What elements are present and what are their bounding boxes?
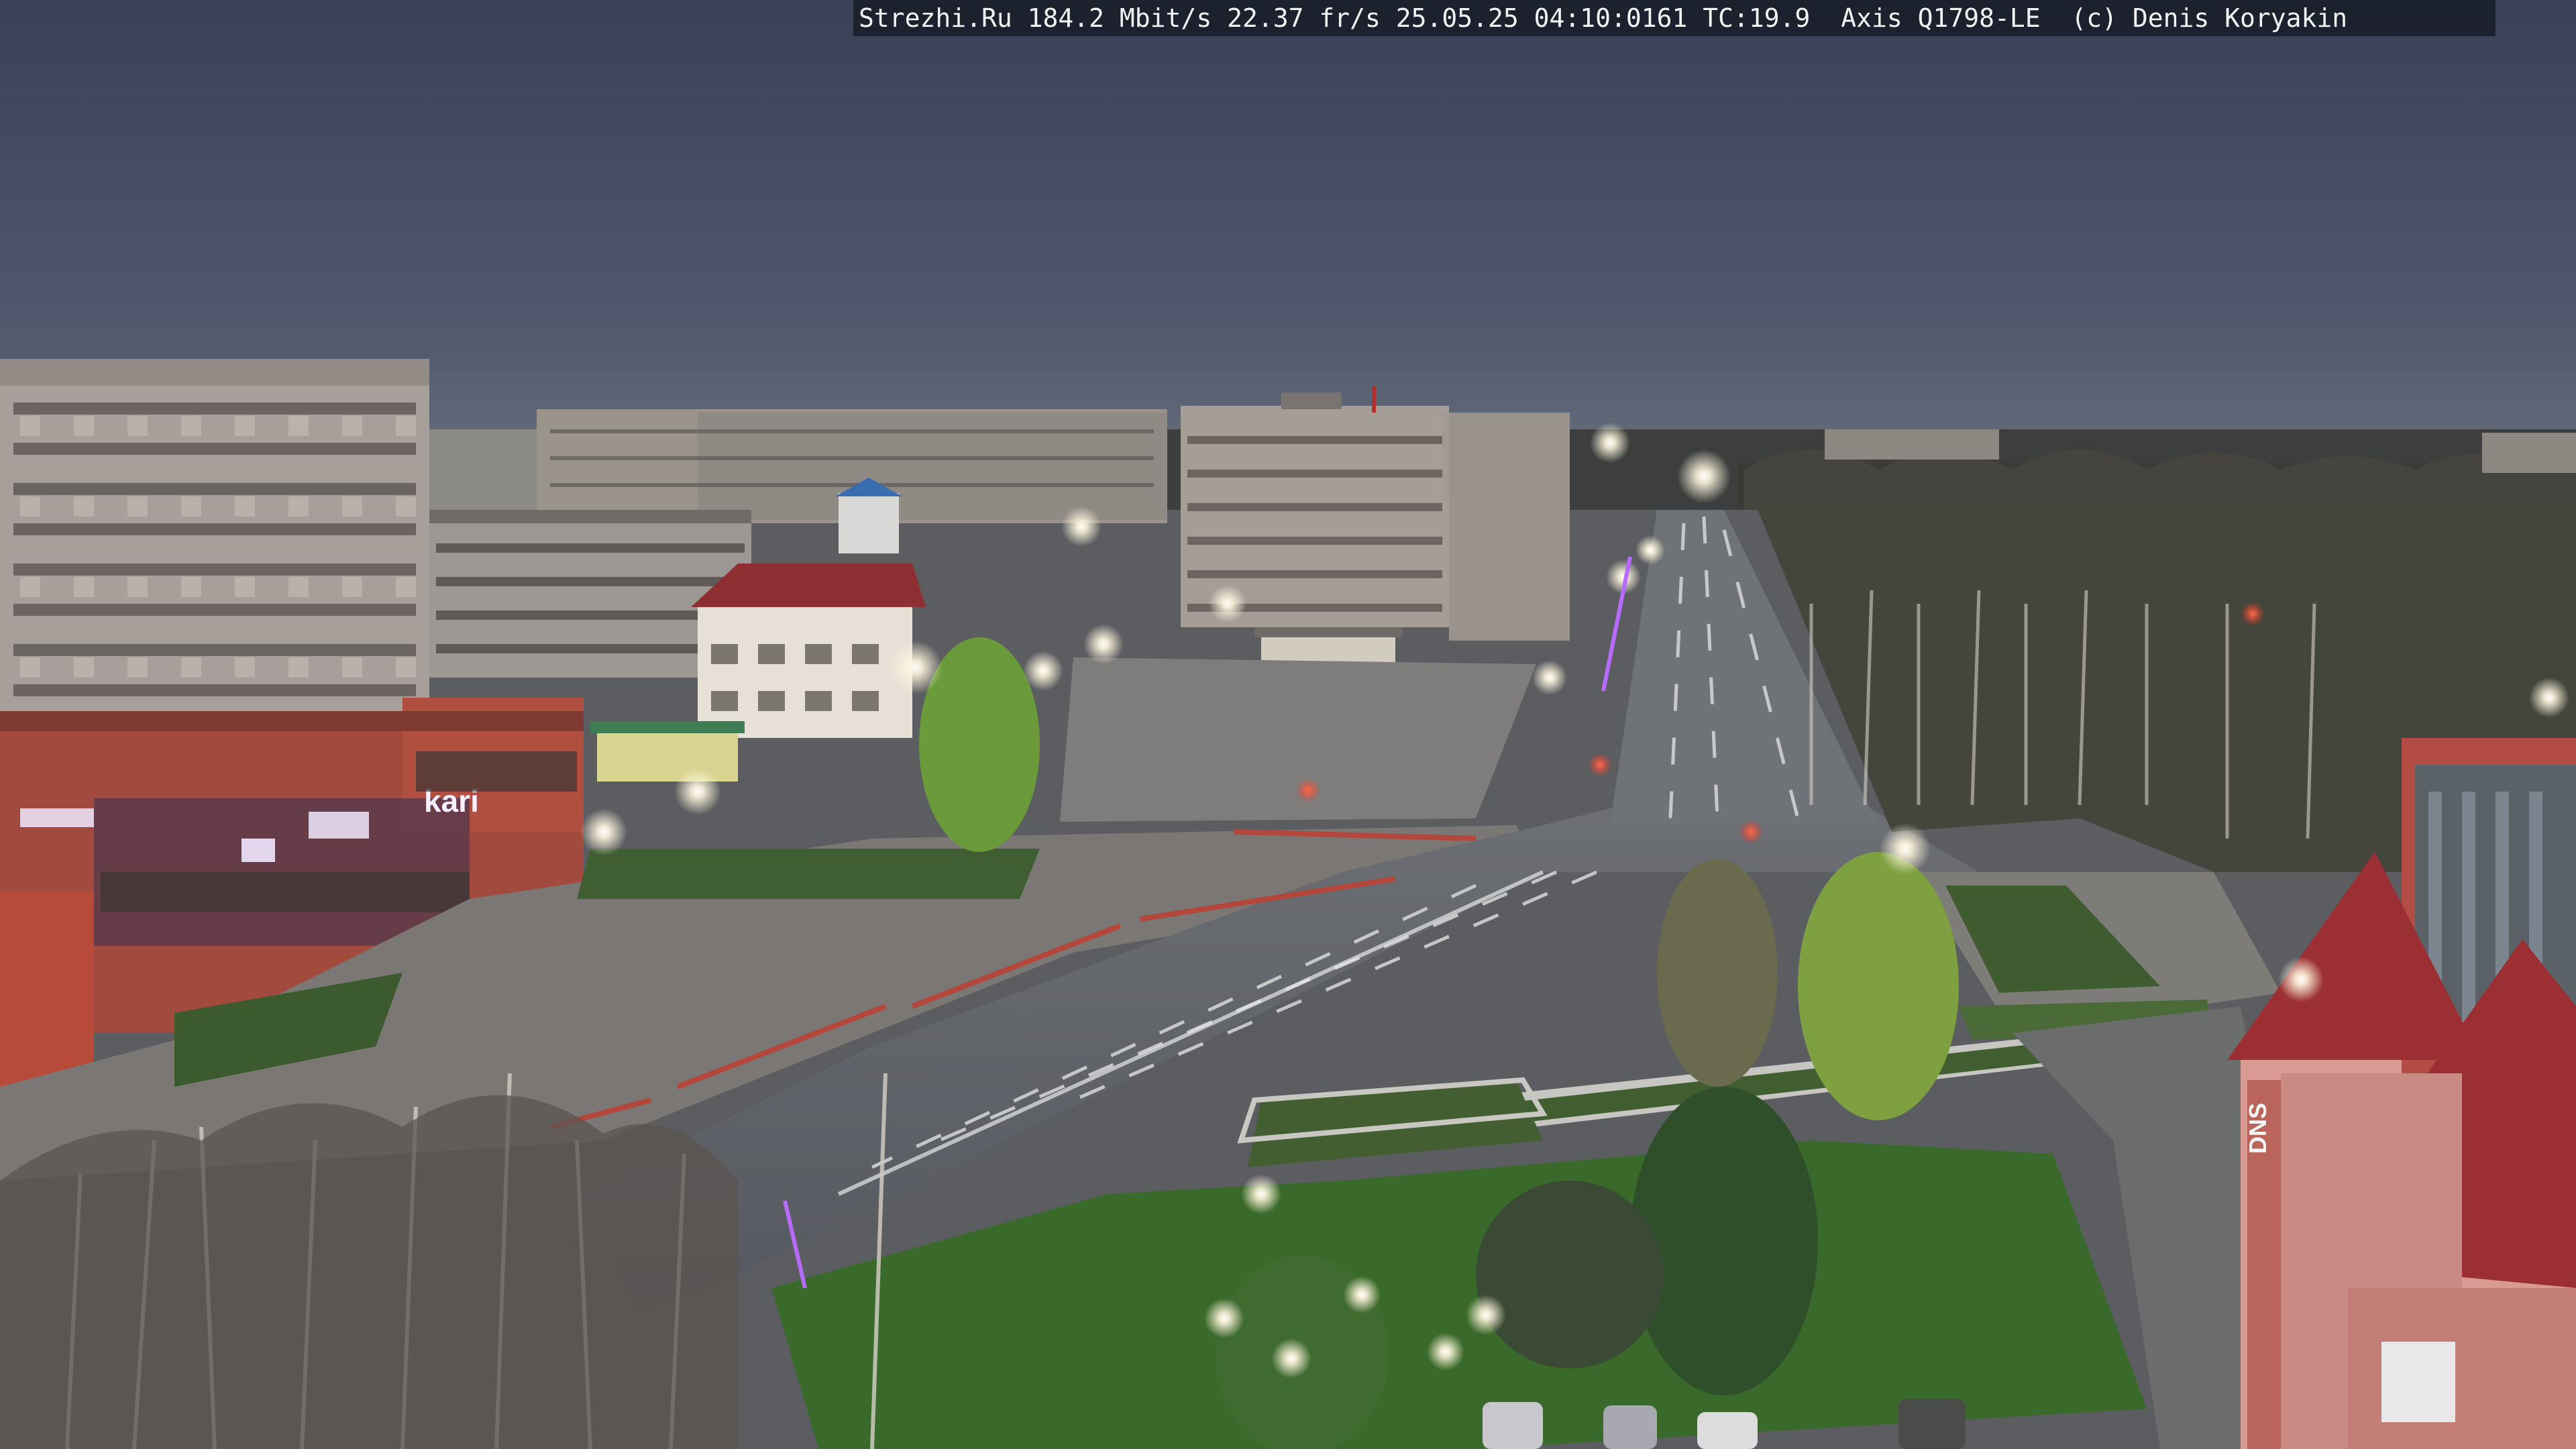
red-roof-building <box>698 604 912 738</box>
plaza-lawn <box>577 849 1040 899</box>
apartment-block-horizon <box>1825 429 1999 460</box>
tree-canopy-left <box>0 1095 738 1449</box>
apartment-block-far <box>429 429 550 510</box>
camera-frame: kari DNS Strezhi.Ru 184.2 Mbit/s 22.37 f… <box>0 0 2576 1449</box>
kiosk <box>597 728 738 782</box>
webcam-scene: kari DNS <box>0 0 2576 1449</box>
dns-sign: DNS <box>2244 1103 2271 1154</box>
blue-roof-tower <box>839 493 899 553</box>
camera-overlay-caption: Strezhi.Ru 184.2 Mbit/s 22.37 fr/s 25.05… <box>853 0 2496 36</box>
